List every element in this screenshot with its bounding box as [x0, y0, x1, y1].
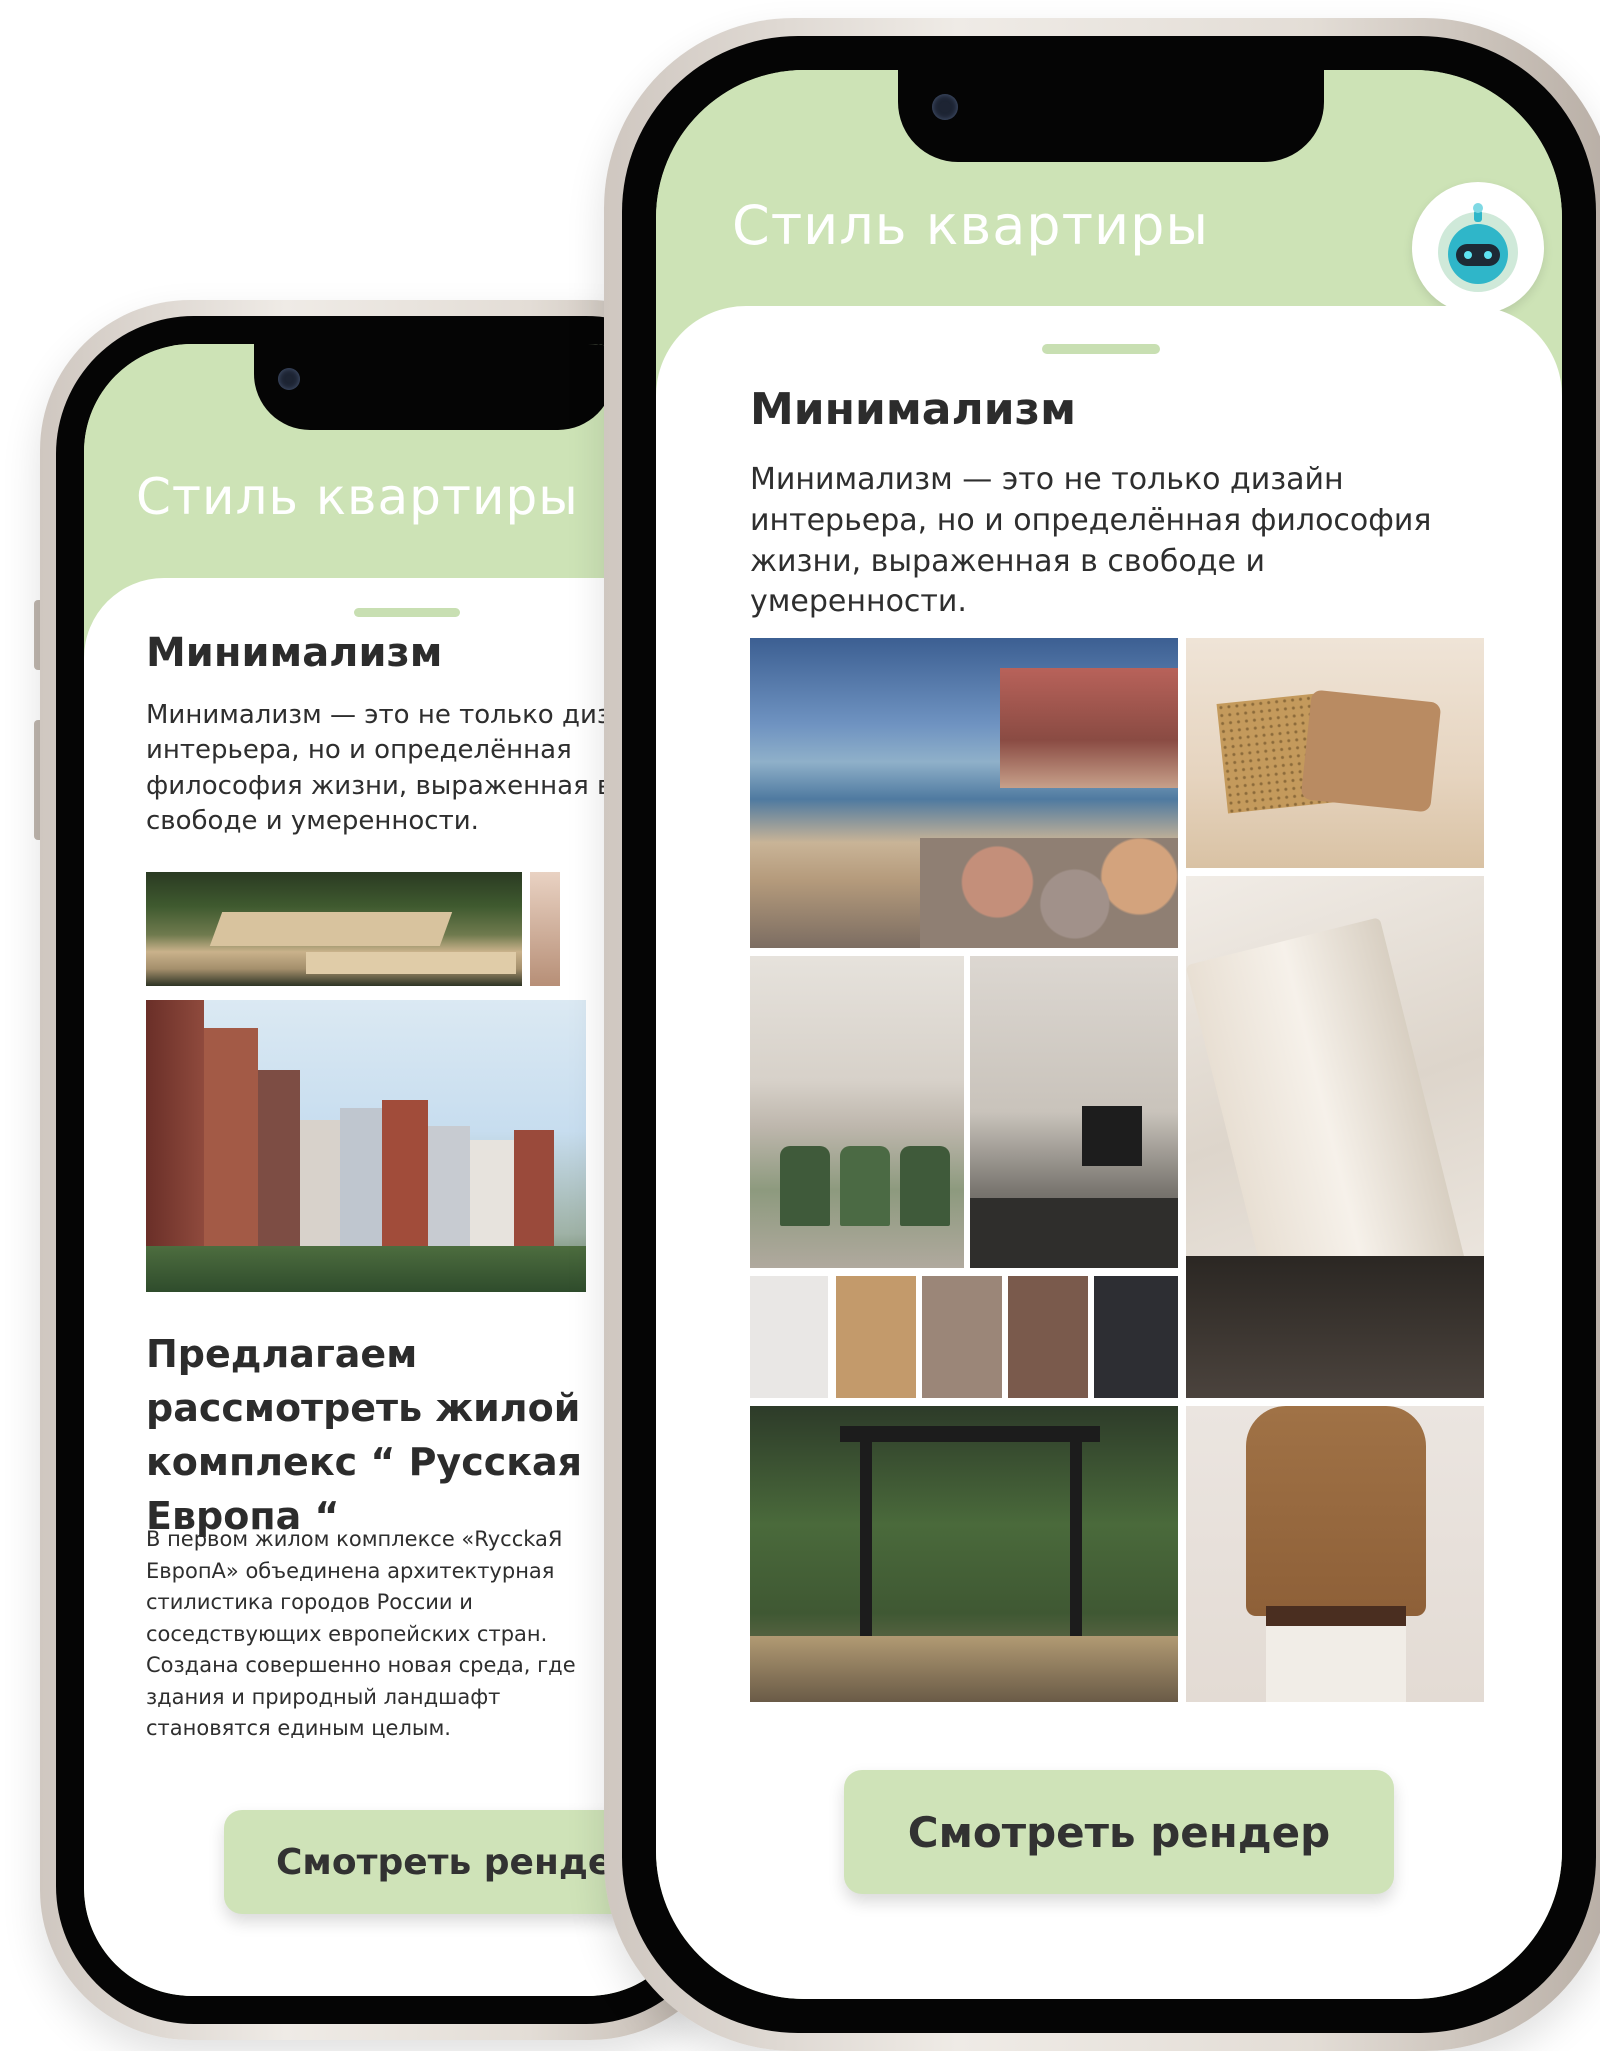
front-phone-notch: [898, 70, 1324, 162]
back-building-render: [146, 1000, 586, 1292]
palette-swatch: [836, 1276, 916, 1398]
front-section-title: Минимализм: [750, 384, 1077, 435]
dining-room-image: [750, 956, 964, 1268]
front-section-text: Минимализм — это не только дизайн интерь…: [750, 462, 1432, 620]
back-garden-image: [146, 872, 522, 986]
front-phone-screen: Стиль квартиры Минимализм Минимализм — э…: [656, 70, 1562, 1999]
front-view-render-button[interactable]: Смотреть рендер: [844, 1770, 1394, 1894]
back-portrait-thumbnail: [530, 872, 560, 986]
book-image: [1186, 876, 1484, 1398]
front-sheet-handle[interactable]: [1042, 344, 1160, 354]
back-phone-notch: [254, 344, 614, 430]
robot-icon: [1438, 203, 1518, 292]
front-phone-mockup: Стиль квартиры Минимализм Минимализм — э…: [604, 18, 1600, 2051]
back-section-title: Минимализм: [146, 630, 443, 676]
palette-swatch: [1094, 1276, 1178, 1398]
pillows-image: [1186, 638, 1484, 868]
bedroom-image: [970, 956, 1178, 1268]
beach-image: [750, 638, 1178, 948]
back-phone-camera: [278, 368, 300, 390]
assistant-avatar-button[interactable]: [1412, 182, 1544, 314]
palette-swatch: [922, 1276, 1002, 1398]
palette-swatch: [1008, 1276, 1088, 1398]
back-header-title: Стиль квартиры: [136, 468, 579, 526]
back-complex-title: Предлагаем рассмотреть жилой комплекс “ …: [146, 1332, 583, 1538]
color-palette: [750, 1276, 1178, 1398]
front-header-title: Стиль квартиры: [732, 194, 1210, 257]
back-sheet-handle[interactable]: [354, 608, 460, 617]
back-complex-text: В первом жилом комплексе «RycckaЯ EвpoпA…: [146, 1527, 576, 1740]
sweater-outfit-image: [1186, 1406, 1484, 1702]
front-phone-camera: [932, 94, 958, 120]
garden-pergola-image: [750, 1406, 1178, 1702]
front-content-sheet: Минимализм Минимализм — это не только ди…: [656, 306, 1562, 1999]
palette-swatch: [750, 1276, 828, 1398]
